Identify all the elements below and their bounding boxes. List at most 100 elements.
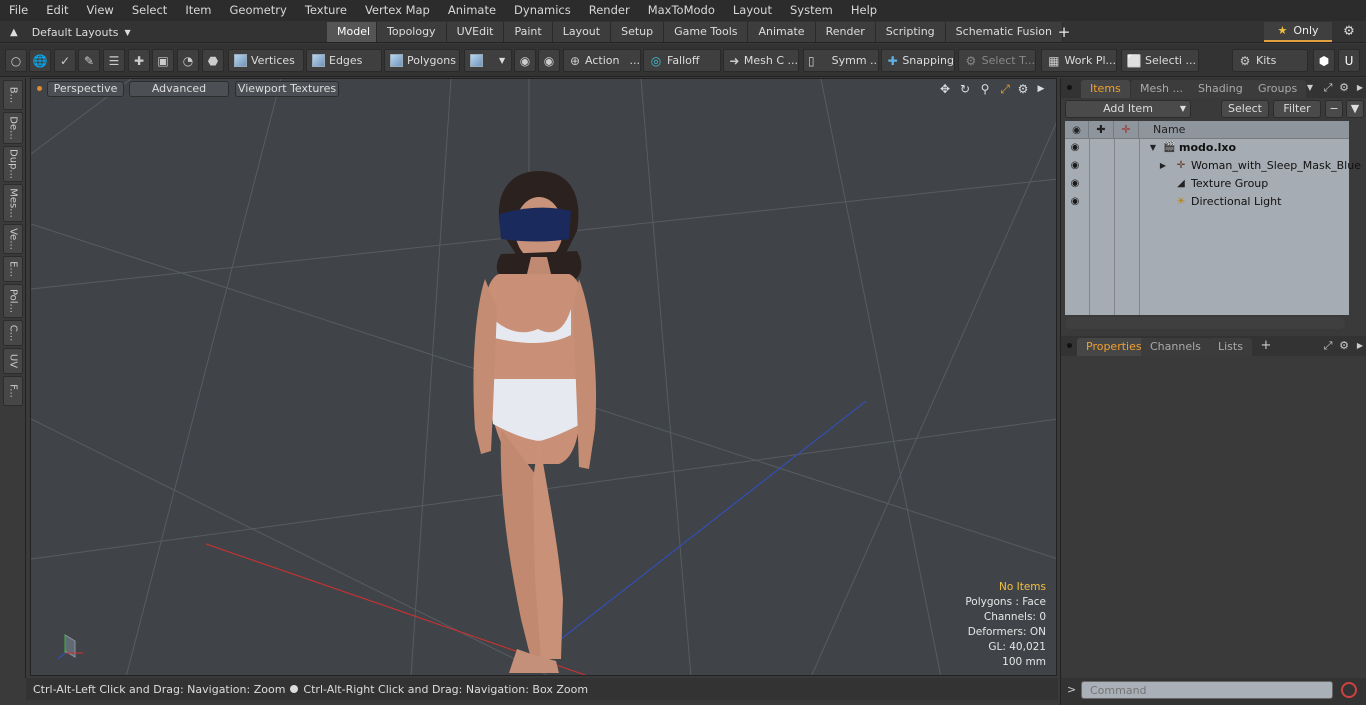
polygons-button[interactable]: Polygons — [384, 49, 460, 72]
type-column-header[interactable]: ✛ — [1114, 121, 1139, 139]
vtab-polygon[interactable]: Pol... — [3, 284, 23, 318]
viewport-textures-button[interactable]: Viewport Textures — [235, 81, 339, 97]
menu-maxtomodo[interactable]: MaxToModo — [639, 0, 724, 21]
tab-items[interactable]: Items — [1081, 80, 1130, 98]
menu-geometry[interactable]: Geometry — [221, 0, 296, 21]
items-list[interactable]: ◉ ✚ ✛ Name ◉ ▼ 🎬 modo.lxo ◉ ▶ ✛ Woman_wi… — [1065, 121, 1361, 315]
tab-model[interactable]: Model — [327, 22, 377, 42]
tab-setup[interactable]: Setup — [611, 22, 665, 42]
panel-expand-icon[interactable]: ▶ — [1353, 339, 1366, 353]
tab-schematic-fusion[interactable]: Schematic Fusion — [945, 22, 1063, 42]
eye-icon[interactable]: ◉ — [1069, 160, 1081, 172]
menu-layout[interactable]: Layout — [724, 0, 781, 21]
items-horizontal-scrollbar[interactable] — [1065, 317, 1345, 329]
sphere-snap2-button[interactable]: ◉ — [538, 49, 560, 72]
perspective-button[interactable]: Perspective — [47, 81, 124, 97]
tab-render[interactable]: Render — [815, 22, 876, 42]
kits-button[interactable]: ⚙ Kits — [1232, 49, 1308, 72]
rotate-icon[interactable]: ↻ — [957, 81, 973, 97]
vtab-mesh-edit[interactable]: Mes... — [3, 184, 23, 222]
item-row-texture-group[interactable]: ◉ ◢ Texture Group — [1065, 175, 1349, 193]
add-tab-button[interactable]: + — [1057, 22, 1071, 42]
gear-icon[interactable]: ⚙ — [1340, 23, 1358, 41]
menu-item[interactable]: Item — [176, 0, 220, 21]
menu-vertex-map[interactable]: Vertex Map — [356, 0, 439, 21]
tab-scripting[interactable]: Scripting — [875, 22, 946, 42]
expand-arrow-icon[interactable]: ▼ — [1147, 142, 1159, 154]
work-plane-button[interactable]: ▦ Work Pl... — [1041, 49, 1117, 72]
maximize-icon[interactable]: ⤢ — [1321, 81, 1335, 95]
filter-button[interactable]: Filter — [1273, 100, 1321, 118]
add-tab-icon[interactable]: + — [1259, 339, 1273, 353]
3d-viewport[interactable]: Perspective Advanced Viewport Textures ✥… — [30, 78, 1057, 676]
globe-button[interactable]: 🌐 — [29, 49, 51, 72]
vtab-duplicate[interactable]: Dup... — [3, 146, 23, 182]
item-row-light[interactable]: ◉ ☀ Directional Light — [1065, 193, 1349, 211]
command-input[interactable] — [1081, 681, 1333, 699]
menu-texture[interactable]: Texture — [296, 0, 356, 21]
layout-switch-icon[interactable]: ▲ — [10, 27, 18, 38]
snapping-button[interactable]: ✚ Snapping — [881, 49, 955, 72]
vtab-curve[interactable]: C... — [3, 320, 23, 346]
name-column-header[interactable]: Name — [1139, 121, 1349, 139]
unreal-button[interactable]: U — [1338, 49, 1360, 72]
item-row-mesh[interactable]: ◉ ▶ ✛ Woman_with_Sleep_Mask_Blue — [1065, 157, 1361, 175]
menu-edit[interactable]: Edit — [37, 0, 77, 21]
tab-animate[interactable]: Animate — [748, 22, 816, 42]
character-model[interactable] — [473, 171, 597, 673]
tab-layout[interactable]: Layout — [552, 22, 612, 42]
select-button[interactable]: Select — [1221, 100, 1269, 118]
item-row-scene[interactable]: ◉ ▼ 🎬 modo.lxo — [1065, 139, 1349, 157]
pen-button[interactable]: ✓ — [54, 49, 76, 72]
center-button[interactable]: ✚ — [128, 49, 150, 72]
tab-uvedit[interactable]: UVEdit — [446, 22, 505, 42]
falloff-button[interactable]: ◎ Falloff — [643, 49, 721, 72]
advanced-button[interactable]: Advanced — [129, 81, 229, 97]
menu-system[interactable]: System — [781, 0, 842, 21]
chevron-down-icon[interactable]: ▼ — [1303, 81, 1317, 95]
vtab-basic[interactable]: B... — [3, 80, 23, 110]
collapse-button[interactable]: − — [1325, 100, 1343, 118]
maximize-icon[interactable]: ⤢ — [1321, 339, 1335, 353]
only-button[interactable]: ★ Only — [1264, 22, 1332, 42]
panel-menu-dot[interactable] — [1067, 85, 1072, 90]
panel-menu-dot[interactable] — [1067, 343, 1072, 348]
sphere-snap-button[interactable]: ◉ — [514, 49, 536, 72]
menu-render[interactable]: Render — [580, 0, 639, 21]
panel-gear-icon[interactable]: ⚙ — [1337, 81, 1351, 95]
panel-expand-icon[interactable]: ▶ — [1353, 81, 1366, 95]
tab-channels[interactable]: Channels — [1141, 338, 1210, 356]
tab-game-tools[interactable]: Game Tools — [664, 22, 749, 42]
timer-button[interactable]: ◔ — [177, 49, 199, 72]
fit-icon[interactable]: ⤢ — [997, 81, 1013, 97]
menu-file[interactable]: File — [0, 0, 37, 21]
box-button[interactable]: ▣ — [152, 49, 174, 72]
panel-gear-icon[interactable]: ⚙ — [1337, 339, 1351, 353]
vtab-vertex[interactable]: Ve... — [3, 224, 23, 254]
action-center-button[interactable]: ⊕ Action... — [563, 49, 641, 72]
expand-arrow-icon[interactable]: ▶ — [1157, 160, 1169, 172]
record-macro-icon[interactable] — [1341, 682, 1357, 698]
menu-select[interactable]: Select — [123, 0, 176, 21]
vtab-uv[interactable]: UV — [3, 348, 23, 374]
edges-button[interactable]: Edges — [306, 49, 382, 72]
vtab-edge[interactable]: E... — [3, 256, 23, 282]
viewport-expand-icon[interactable]: ▶ — [1033, 81, 1049, 97]
eye-icon[interactable]: ◉ — [1069, 196, 1081, 208]
menu-animate[interactable]: Animate — [439, 0, 505, 21]
item-mode-button[interactable]: ⬣ — [202, 49, 224, 72]
default-layouts-dropdown[interactable]: ▲ Default Layouts ▼ — [4, 23, 131, 41]
viewport-settings-icon[interactable]: ⚙ — [1015, 81, 1031, 97]
symmetry-button[interactable]: ▯ Symm ... — [803, 49, 879, 72]
lock-column-header[interactable]: ✚ — [1089, 121, 1114, 139]
brush-button[interactable]: ✎ — [78, 49, 100, 72]
pan-icon[interactable]: ✥ — [937, 81, 953, 97]
mesh-constraints-button[interactable]: ➜ Mesh C ... — [723, 49, 799, 72]
tab-paint[interactable]: Paint — [504, 22, 553, 42]
menu-dynamics[interactable]: Dynamics — [505, 0, 580, 21]
vtab-fusion[interactable]: F... — [3, 376, 23, 406]
add-item-button[interactable]: Add Item ▼ — [1065, 100, 1191, 118]
select-through-button[interactable]: ⚙ Select T... — [958, 49, 1036, 72]
selection-sets-button[interactable]: ⬜ Selecti ... — [1121, 49, 1199, 72]
menu-help[interactable]: Help — [842, 0, 886, 21]
